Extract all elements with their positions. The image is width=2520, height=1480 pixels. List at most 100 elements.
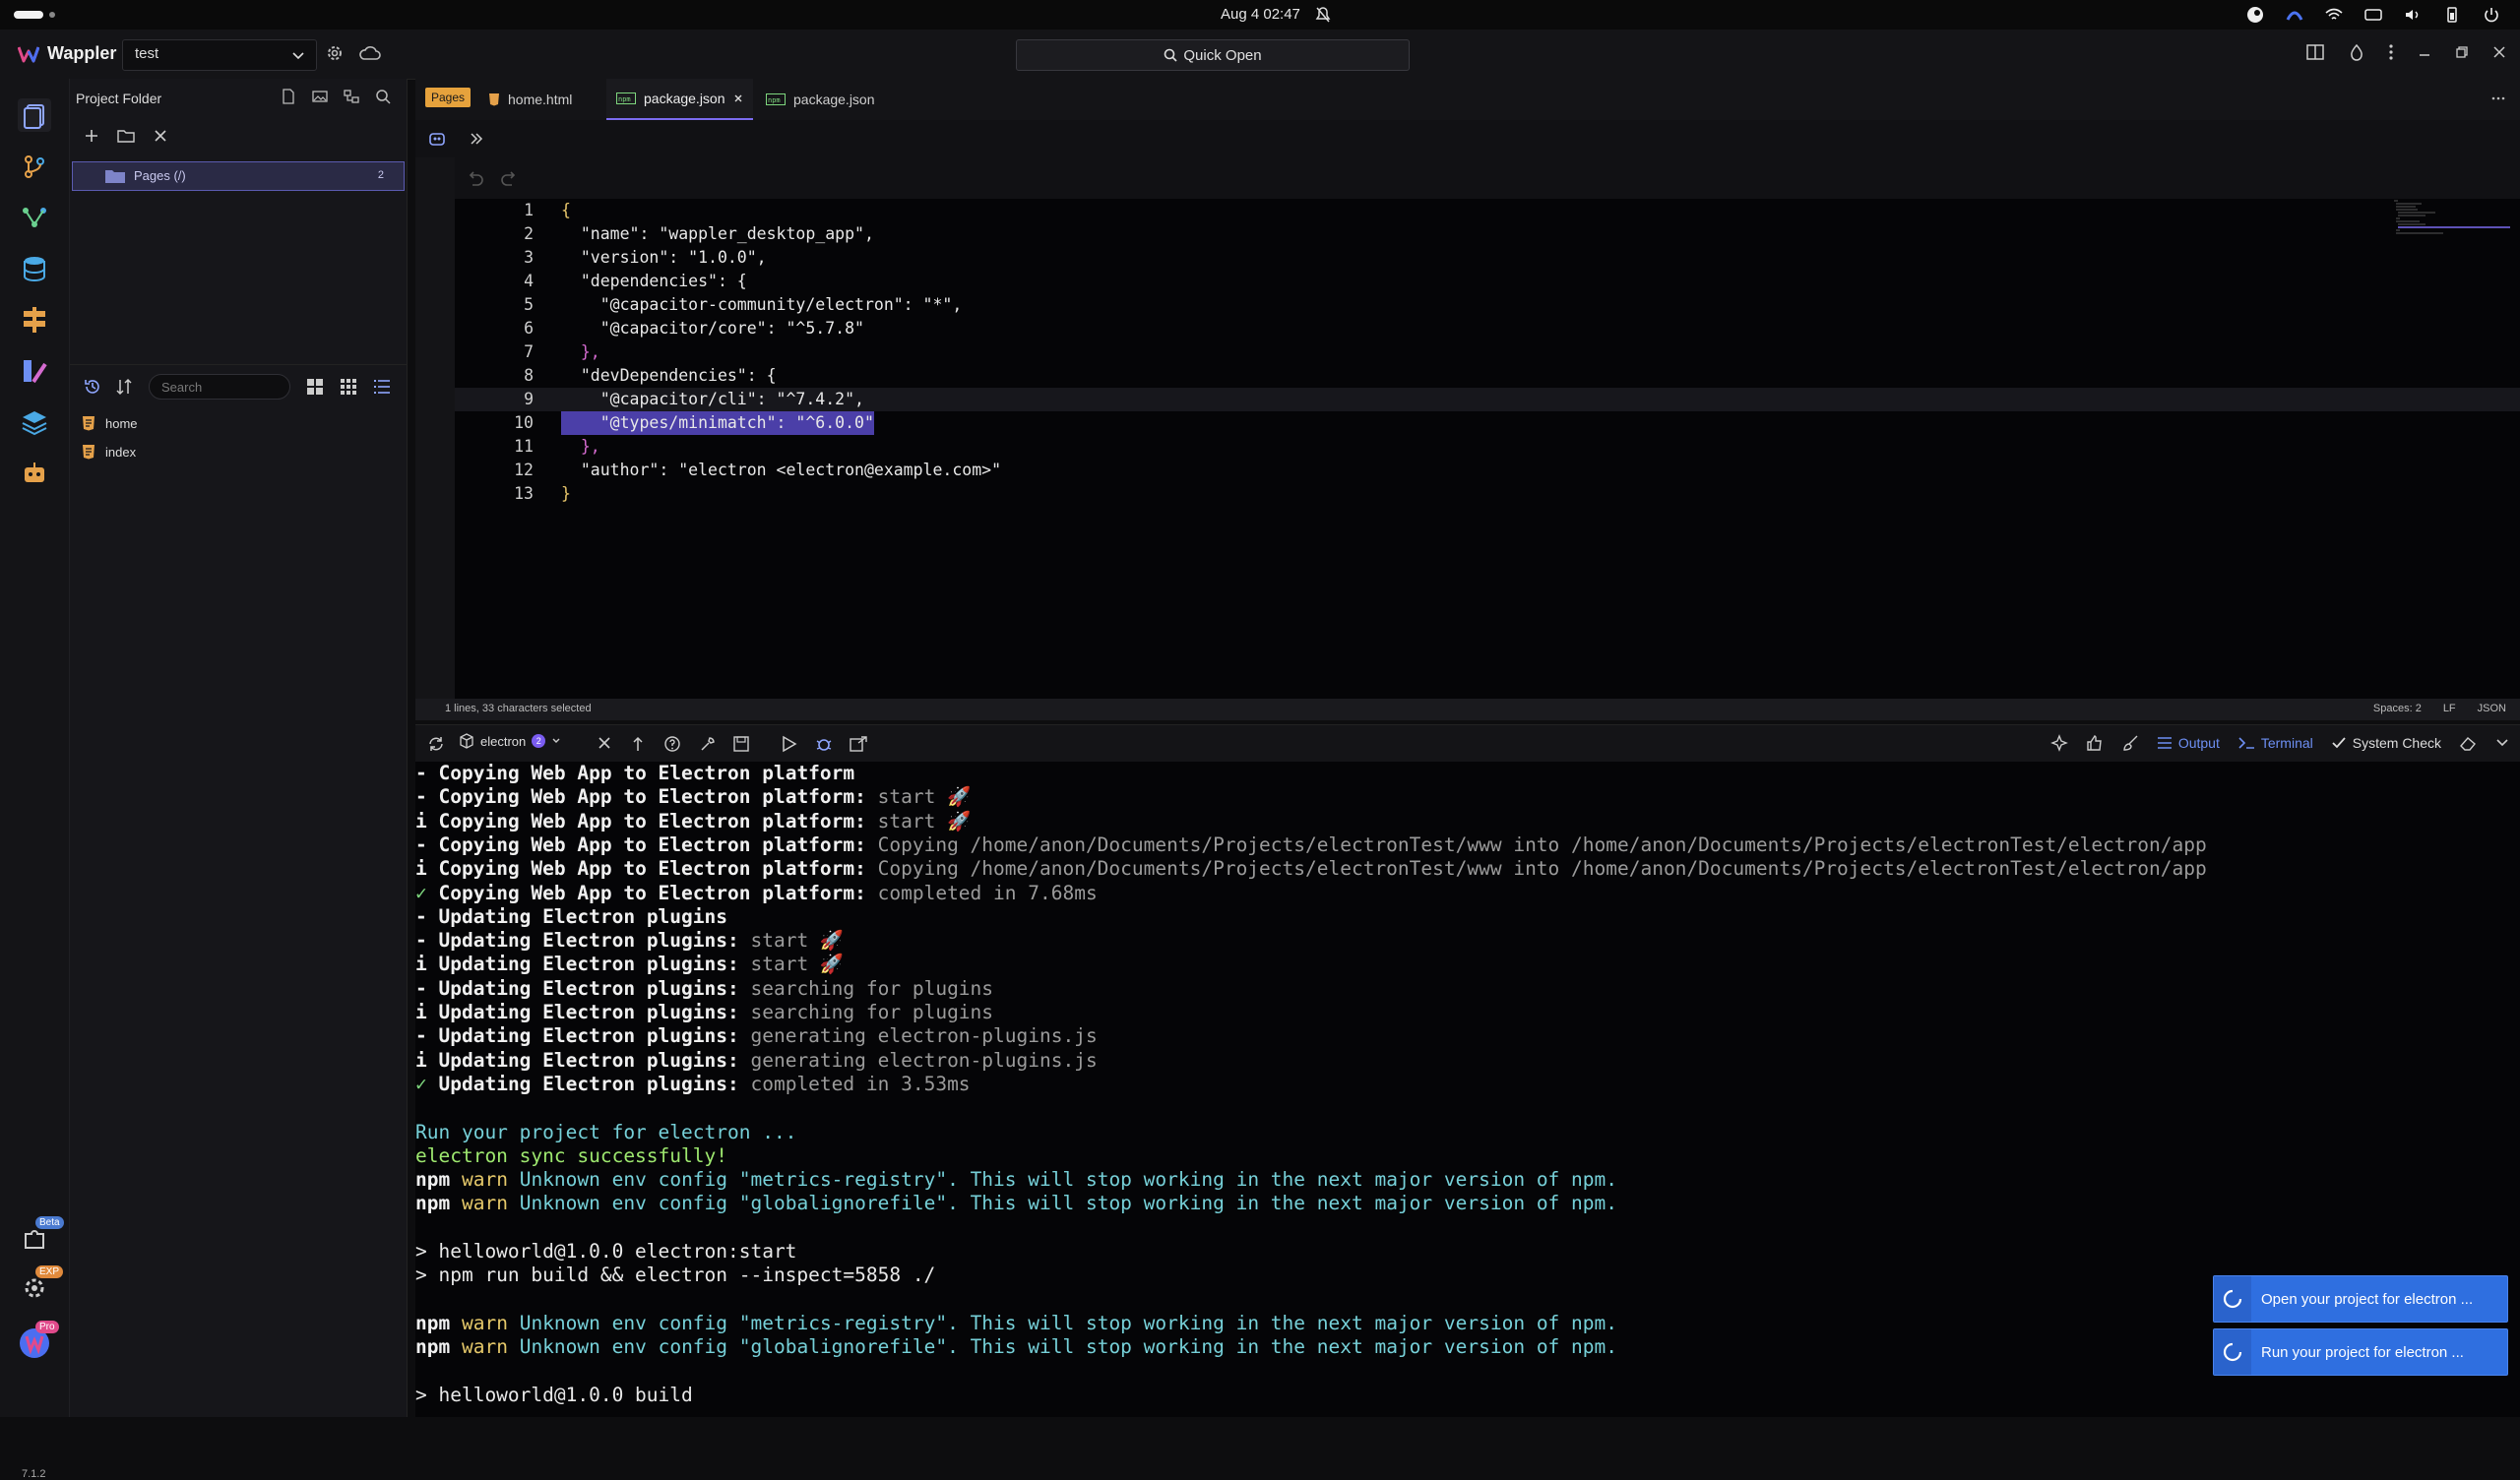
output-tab-label: Output (2177, 735, 2220, 751)
run-play-icon[interactable] (780, 735, 797, 753)
os-clock[interactable]: Aug 4 02:47 (1221, 6, 1300, 23)
image-icon[interactable] (312, 89, 328, 104)
volume-icon[interactable] (2404, 6, 2422, 24)
rail-settings[interactable]: EXP (18, 1265, 64, 1305)
file-search-input[interactable] (149, 374, 290, 400)
power-icon[interactable] (2483, 6, 2500, 24)
clear-brush-icon[interactable] (2121, 734, 2139, 752)
minimize-icon[interactable] (2418, 45, 2431, 59)
language-status[interactable]: JSON (2478, 703, 2506, 714)
terminal-line: - Updating Electron plugins: generating … (415, 1024, 1098, 1048)
code-minimap[interactable] (2392, 199, 2510, 238)
upload-icon[interactable] (630, 735, 646, 753)
cloud-publish-icon[interactable] (358, 43, 382, 63)
close-icon[interactable] (153, 128, 168, 144)
quick-open-button[interactable]: Quick Open (1016, 39, 1410, 71)
chevron-down-icon[interactable] (2494, 735, 2510, 751)
refresh-icon[interactable] (427, 735, 445, 753)
vpn-icon[interactable] (2286, 6, 2303, 24)
search-icon[interactable] (375, 89, 391, 104)
list-view-icon[interactable] (373, 378, 391, 396)
terminal-tab[interactable]: Terminal (2237, 735, 2313, 751)
eraser-icon[interactable] (2459, 734, 2477, 752)
redo-icon[interactable] (500, 169, 518, 187)
target-select[interactable]: electron 2 (459, 733, 561, 749)
activity-rail: Beta EXP Pro 7.1.2 (0, 79, 70, 1480)
new-file-icon[interactable] (281, 89, 296, 104)
indent-status[interactable]: Spaces: 2 (2373, 703, 2422, 714)
rail-design[interactable] (18, 354, 51, 388)
large-grid-view-icon[interactable] (306, 378, 324, 396)
tab-home-html[interactable]: home.html (478, 79, 582, 120)
file-item-index[interactable]: index (82, 444, 136, 460)
folder-tree-icon[interactable] (344, 89, 359, 104)
tree-item-count: 2 (377, 169, 384, 181)
rail-database[interactable] (18, 252, 51, 285)
code-text: "@capacitor/cli": "^7.4.2", (561, 390, 864, 408)
quick-open-label: Quick Open (1183, 46, 1262, 64)
keyboard-icon[interactable] (2364, 6, 2382, 24)
help-icon[interactable] (663, 735, 681, 753)
output-toolbar-right: Output Terminal System Check (2049, 734, 2510, 752)
pages-badge[interactable]: Pages (425, 88, 472, 107)
toast-run-project[interactable]: Run your project for electron ... (2213, 1328, 2508, 1376)
expand-panel-icon[interactable] (469, 131, 484, 147)
theme-drop-icon[interactable] (2349, 43, 2364, 61)
undo-icon[interactable] (467, 169, 484, 187)
build-tools-icon[interactable] (699, 735, 717, 753)
tab-package-json[interactable]: npm package.json (756, 79, 885, 120)
battery-icon[interactable] (2443, 6, 2461, 24)
rail-workflows[interactable] (18, 201, 51, 234)
rail-extensions[interactable]: Beta (18, 1216, 64, 1256)
code-line: 1{ (455, 199, 2520, 222)
output-tab[interactable]: Output (2157, 735, 2220, 751)
tab-label: package.json (793, 92, 875, 107)
stop-close-icon[interactable] (597, 735, 612, 751)
panel-title: Project Folder (76, 91, 162, 106)
panel-divider[interactable] (70, 364, 407, 365)
rail-ai-assistant[interactable] (18, 457, 51, 490)
project-select[interactable]: test (122, 39, 317, 71)
json-file-icon: npm (616, 92, 636, 104)
file-item-home[interactable]: home (82, 415, 138, 431)
code-editor[interactable]: 1{ 2 "name": "wappler_desktop_app", 3 "v… (455, 199, 2520, 699)
code-line-current: 9 "@capacitor/cli": "^7.4.2", (455, 388, 2520, 411)
system-check-tab[interactable]: System Check (2331, 735, 2441, 751)
steam-icon[interactable] (2246, 6, 2264, 24)
toast-open-project[interactable]: Open your project for electron ... (2213, 1275, 2508, 1323)
history-icon[interactable] (84, 378, 101, 396)
restore-icon[interactable] (2455, 45, 2469, 59)
project-settings-gear-icon[interactable] (325, 43, 345, 63)
design-tools-icon (24, 360, 47, 384)
rail-routing[interactable] (18, 303, 51, 337)
rail-git[interactable] (18, 150, 51, 183)
activities-indicator[interactable] (14, 11, 43, 19)
ai-assistant-icon[interactable] (427, 130, 447, 148)
small-grid-view-icon[interactable] (340, 378, 357, 396)
rail-project-files[interactable] (18, 98, 51, 132)
more-menu-icon[interactable] (2388, 43, 2394, 61)
save-icon[interactable] (732, 735, 750, 753)
notification-bell-icon[interactable] (1315, 6, 1331, 24)
app-version: 7.1.2 (22, 1468, 46, 1480)
new-folder-icon[interactable] (117, 128, 135, 144)
spinner-icon (2214, 1276, 2251, 1322)
tab-label: package.json (644, 91, 725, 106)
tree-item-pages[interactable]: Pages (/) 2 (72, 161, 405, 191)
rail-resources[interactable] (18, 405, 51, 439)
close-window-icon[interactable] (2492, 45, 2506, 59)
tab-package-json-active[interactable]: npm package.json (606, 79, 753, 120)
debug-icon[interactable] (815, 735, 833, 753)
ai-sparkle-icon[interactable] (2049, 734, 2068, 752)
rail-account[interactable]: Pro (18, 1321, 59, 1360)
thumbs-up-icon[interactable] (2086, 734, 2104, 752)
tab-close-icon[interactable] (733, 93, 743, 103)
eol-status[interactable]: LF (2443, 703, 2456, 714)
terminal-output[interactable]: - Copying Web App to Electron platform - … (415, 762, 2520, 1417)
share-export-icon[interactable] (849, 735, 868, 753)
tabs-overflow-icon[interactable] (2490, 91, 2506, 106)
wifi-icon[interactable] (2325, 6, 2343, 24)
layout-toggle-icon[interactable] (2305, 43, 2325, 61)
add-icon[interactable] (84, 128, 99, 144)
sort-icon[interactable] (115, 378, 133, 396)
